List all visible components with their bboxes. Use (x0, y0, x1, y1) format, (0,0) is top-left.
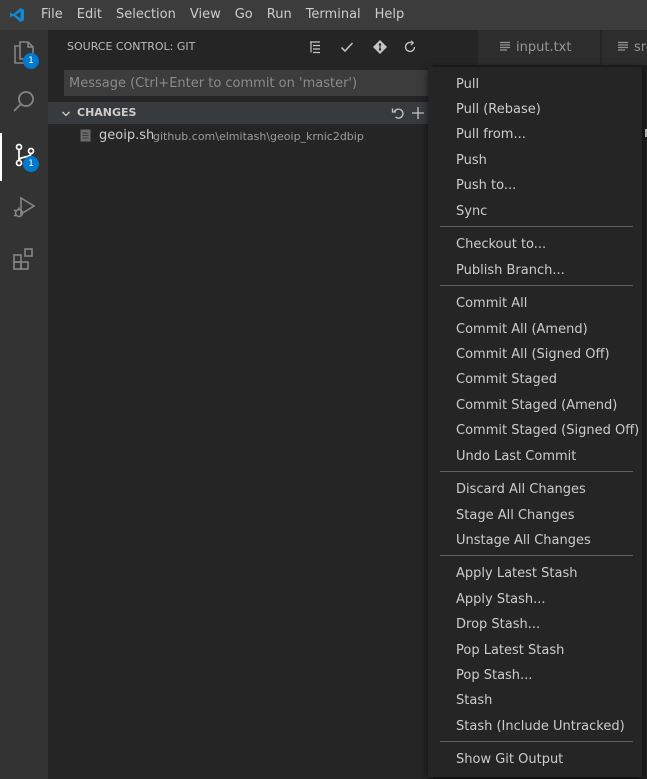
menu-separator (440, 285, 633, 286)
file-path: github.com\elmitash\geoip_krnic2dbip (153, 130, 364, 143)
menu-view[interactable]: View (183, 0, 228, 30)
menu-separator (440, 555, 633, 556)
source-control-sidebar: SOURCE CONTROL: GIT Message (Ctrl+Enter … (48, 30, 450, 779)
title-bar: File Edit Selection View Go Run Terminal… (0, 0, 647, 30)
menu-push[interactable]: Push (428, 148, 642, 173)
stage-all-plus-icon[interactable] (409, 104, 427, 122)
menu-commit-all[interactable]: Commit All (428, 291, 642, 316)
menu-commit-staged[interactable]: Commit Staged (428, 367, 642, 392)
sidebar-title: SOURCE CONTROL: GIT (67, 40, 196, 53)
explorer-badge: 1 (23, 53, 39, 69)
run-debug-activity[interactable] (0, 185, 48, 233)
commit-check-icon[interactable] (338, 38, 356, 56)
menu-pull-from[interactable]: Pull from... (428, 122, 642, 147)
vscode-logo-icon (0, 0, 34, 30)
lines-file-icon (500, 40, 510, 55)
git-more-actions-menu: Pull Pull (Rebase) Pull from... Push Pus… (428, 67, 642, 777)
extensions-icon (11, 246, 37, 276)
run-debug-icon (11, 194, 37, 224)
menu-pull[interactable]: Pull (428, 72, 642, 97)
menu-stash-include-untracked[interactable]: Stash (Include Untracked) (428, 714, 642, 739)
changes-section-header[interactable]: CHANGES (48, 102, 433, 124)
menu-file[interactable]: File (34, 0, 70, 30)
extensions-activity[interactable] (0, 237, 48, 285)
menu-edit[interactable]: Edit (70, 0, 109, 30)
menu-undo-last-commit[interactable]: Undo Last Commit (428, 444, 642, 469)
search-icon (11, 89, 37, 119)
file-name: geoip.sh (99, 128, 155, 143)
tab-label: input.txt (516, 40, 572, 55)
search-activity[interactable] (0, 80, 48, 128)
menu-pop-stash[interactable]: Pop Stash... (428, 663, 642, 688)
menu-apply-latest-stash[interactable]: Apply Latest Stash (428, 561, 642, 586)
menu-go[interactable]: Go (228, 0, 260, 30)
menu-commit-all-signed-off[interactable]: Commit All (Signed Off) (428, 342, 642, 367)
menu-publish-branch[interactable]: Publish Branch... (428, 258, 642, 283)
menu-discard-all-changes[interactable]: Discard All Changes (428, 477, 642, 502)
git-diamond-icon[interactable] (371, 38, 389, 56)
tab-input-txt[interactable]: input.txt (478, 30, 601, 65)
menu-run[interactable]: Run (260, 0, 299, 30)
menu-selection[interactable]: Selection (109, 0, 183, 30)
menu-separator (440, 226, 633, 227)
menu-drop-stash[interactable]: Drop Stash... (428, 612, 642, 637)
menu-apply-stash[interactable]: Apply Stash... (428, 587, 642, 612)
menu-checkout-to[interactable]: Checkout to... (428, 232, 642, 257)
changes-title: CHANGES (77, 106, 137, 119)
menu-separator (440, 741, 633, 742)
tab-src[interactable]: src (602, 30, 647, 65)
file-icon (80, 129, 91, 146)
menu-pull-rebase[interactable]: Pull (Rebase) (428, 97, 642, 122)
sidebar-header: SOURCE CONTROL: GIT (48, 30, 450, 65)
tab-label: src (634, 40, 647, 55)
commit-message-input[interactable] (64, 70, 433, 96)
menu-commit-staged-amend[interactable]: Commit Staged (Amend) (428, 393, 642, 418)
menu-commit-all-amend[interactable]: Commit All (Amend) (428, 317, 642, 342)
source-control-badge: 1 (23, 156, 39, 172)
discard-all-icon[interactable] (389, 104, 407, 122)
chevron-down-icon (61, 108, 71, 123)
menu-pop-latest-stash[interactable]: Pop Latest Stash (428, 638, 642, 663)
menu-commit-staged-signed-off[interactable]: Commit Staged (Signed Off) (428, 418, 642, 443)
menu-help[interactable]: Help (368, 0, 412, 30)
lines-file-icon (618, 40, 628, 55)
menu-unstage-all-changes[interactable]: Unstage All Changes (428, 528, 642, 553)
menu-show-git-output[interactable]: Show Git Output (428, 747, 642, 772)
changed-file-row[interactable]: geoip.sh github.com\elmitash\geoip_krnic… (48, 125, 433, 147)
refresh-icon[interactable] (401, 38, 419, 56)
menu-push-to[interactable]: Push to... (428, 173, 642, 198)
source-control-activity[interactable]: 1 (0, 133, 48, 181)
menu-separator (440, 471, 633, 472)
editor-tab-bar: input.txt src (433, 30, 647, 65)
menu-stash[interactable]: Stash (428, 688, 642, 713)
menu-terminal[interactable]: Terminal (299, 0, 368, 30)
activity-bar: 1 1 (0, 30, 48, 779)
explorer-activity[interactable]: 1 (0, 30, 48, 78)
view-as-tree-icon[interactable] (306, 38, 324, 56)
menu-stage-all-changes[interactable]: Stage All Changes (428, 503, 642, 528)
menu-sync[interactable]: Sync (428, 199, 642, 224)
